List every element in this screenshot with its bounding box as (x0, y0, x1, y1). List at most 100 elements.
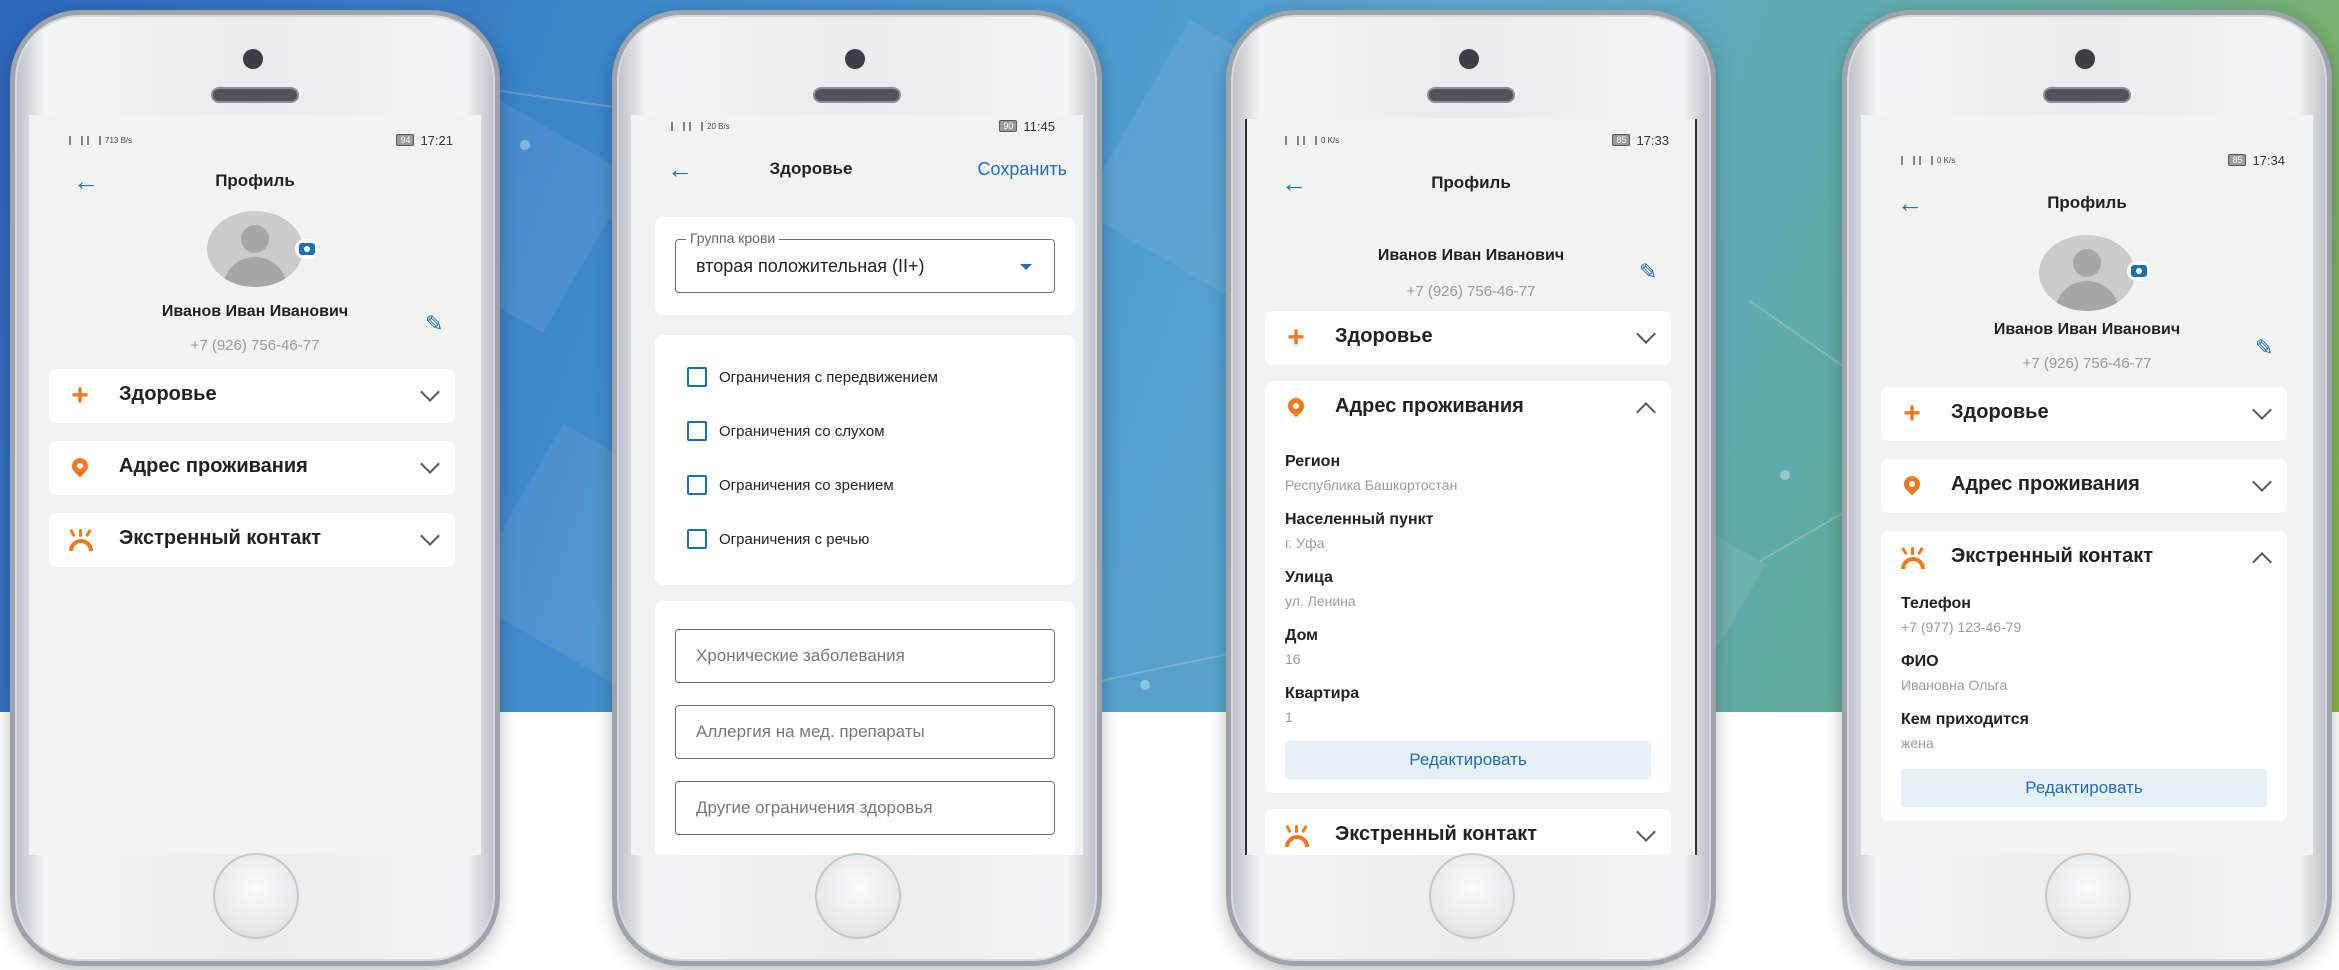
earpiece-speaker (2043, 87, 2131, 103)
section-address[interactable]: Адрес проживания (49, 441, 455, 495)
page-title: Профиль (2047, 193, 2127, 212)
checkbox-row[interactable]: Ограничения со слухом (687, 419, 885, 443)
section-label: Экстренный контакт (1951, 545, 2154, 567)
battery-indicator: 85 (1612, 134, 1631, 146)
emergency-phone-icon (67, 527, 93, 553)
section-address[interactable]: Адрес проживания (1881, 459, 2287, 513)
screen-address: 0 K/s 85 17:33 ← Профиль Иванов Иван Ива… (1245, 119, 1697, 855)
user-name: Иванов Иван Иванович (1377, 247, 1565, 264)
page-title: Профиль (1431, 173, 1511, 192)
chevron-down-icon (420, 382, 440, 402)
page-title: Здоровье (769, 159, 853, 178)
field-label: Улица (1285, 569, 1333, 586)
battery-indicator: 85 (2228, 154, 2247, 166)
phone-frame-address: 0 K/s 85 17:33 ← Профиль Иванов Иван Ива… (1226, 10, 1716, 966)
allergy-input[interactable]: Аллергия на мед. препараты (675, 705, 1055, 759)
clock: 17:34 (2252, 152, 2285, 168)
restrictions-card: Ограничения с передвижением Ограничения … (655, 335, 1075, 585)
section-health[interactable]: + Здоровье (49, 369, 455, 423)
chronic-diseases-input[interactable]: Хронические заболевания (675, 629, 1055, 683)
checkbox[interactable] (687, 367, 707, 387)
field-label: Кем приходится (1901, 711, 2029, 728)
location-pin-icon (67, 455, 93, 481)
status-bar: 713 B/s 94 17:21 (69, 129, 453, 151)
section-label: Здоровье (119, 383, 217, 405)
clock: 11:45 (1023, 118, 1055, 134)
section-emergency-contact-expanded: Экстренный контакт Телефон +7 (977) 123-… (1881, 531, 2287, 821)
edit-button[interactable]: Редактировать (1285, 741, 1651, 779)
section-address-header[interactable]: Адрес проживания (1265, 381, 1671, 435)
clock: 17:33 (1636, 132, 1669, 148)
field-label: ФИО (1901, 653, 1939, 670)
checkbox[interactable] (687, 529, 707, 549)
edit-pencil-icon[interactable]: ✎ (1639, 259, 1657, 285)
avatar[interactable] (2039, 235, 2135, 311)
input-placeholder: Аллергия на мед. препараты (696, 722, 925, 741)
section-label: Экстренный контакт (119, 527, 322, 549)
field-value: Ивановна Ольга (1901, 677, 2008, 693)
battery-indicator: 94 (396, 134, 415, 146)
plus-icon: + (1287, 321, 1305, 354)
checkbox-row[interactable]: Ограничения с речью (687, 527, 869, 551)
home-button[interactable] (815, 853, 901, 939)
user-phone: +7 (926) 756-46-77 (1406, 283, 1536, 300)
field-label: Дом (1285, 627, 1318, 644)
home-button[interactable] (1429, 853, 1515, 939)
save-button[interactable]: Сохранить (978, 159, 1067, 180)
screen-edge-right (1695, 119, 1697, 855)
section-emergency-contact[interactable]: Экстренный контакт (49, 513, 455, 567)
camera-icon[interactable] (2127, 261, 2151, 281)
checkbox-label: Ограничения с речью (719, 530, 870, 548)
chevron-down-icon (1636, 324, 1656, 344)
section-label: Экстренный контакт (1335, 823, 1538, 845)
field-value: вторая положительная (II+) (696, 256, 925, 276)
other-restrictions-input[interactable]: Другие ограничения здоровья (675, 781, 1055, 835)
section-health[interactable]: + Здоровье (1881, 387, 2287, 441)
user-phone: +7 (926) 756-46-77 (190, 337, 320, 354)
field-label: Квартира (1285, 685, 1360, 702)
emergency-phone-icon (1283, 823, 1309, 849)
chevron-down-icon (420, 526, 440, 546)
checkbox-row[interactable]: Ограничения со зрением (687, 473, 894, 497)
plus-icon: + (1903, 397, 1921, 430)
earpiece-speaker (211, 87, 299, 103)
section-emergency-contact[interactable]: Экстренный контакт (1265, 809, 1671, 855)
blood-group-card: Группа крови вторая положительная (II+) (655, 217, 1075, 315)
screen-profile: 713 B/s 94 17:21 ← Профиль Иванов Иван И… (29, 115, 481, 855)
edit-pencil-icon[interactable]: ✎ (425, 311, 443, 337)
screen-emergency: 0 K/s 85 17:34 ← Профиль Иванов Иван Ива… (1861, 115, 2313, 855)
network-speed: 713 B/s (105, 135, 133, 145)
app-header: ← Здоровье Сохранить (631, 155, 1083, 185)
field-value: г. Уфа (1285, 535, 1325, 551)
chevron-down-icon (420, 454, 440, 474)
user-name: Иванов Иван Иванович (161, 303, 349, 320)
input-placeholder: Другие ограничения здоровья (696, 798, 933, 817)
edit-button[interactable]: Редактировать (1901, 769, 2267, 807)
camera-icon[interactable] (295, 239, 319, 259)
home-button[interactable] (213, 853, 299, 939)
home-button[interactable] (2045, 853, 2131, 939)
checkbox-row[interactable]: Ограничения с передвижением (687, 365, 938, 389)
checkbox[interactable] (687, 421, 707, 441)
field-value: Республика Башкортостан (1285, 477, 1458, 493)
front-camera (243, 49, 263, 69)
location-pin-icon (1283, 395, 1309, 421)
screen-health: 20 B/s 90 11:45 ← Здоровье Сохранить Гру… (631, 115, 1083, 855)
app-header: ← Профиль (29, 167, 481, 197)
section-health[interactable]: + Здоровье (1265, 311, 1671, 365)
network-speed: 20 B/s (707, 121, 730, 131)
checkbox-label: Ограничения с передвижением (719, 368, 938, 386)
section-emergency-header[interactable]: Экстренный контакт (1881, 531, 2287, 585)
chevron-down-icon (2252, 472, 2272, 492)
input-placeholder: Хронические заболевания (696, 646, 905, 665)
avatar[interactable] (207, 211, 303, 287)
field-label: Телефон (1901, 595, 1971, 612)
field-value: 1 (1285, 709, 1293, 725)
checkbox[interactable] (687, 475, 707, 495)
blood-group-select[interactable]: Группа крови вторая положительная (II+) (675, 230, 1055, 293)
phone-frame-emergency: 0 K/s 85 17:34 ← Профиль Иванов Иван Ива… (1842, 10, 2332, 966)
plus-icon: + (71, 379, 89, 412)
section-label: Здоровье (1335, 325, 1433, 347)
user-name: Иванов Иван Иванович (1993, 321, 2181, 338)
section-label: Адрес проживания (119, 455, 308, 477)
